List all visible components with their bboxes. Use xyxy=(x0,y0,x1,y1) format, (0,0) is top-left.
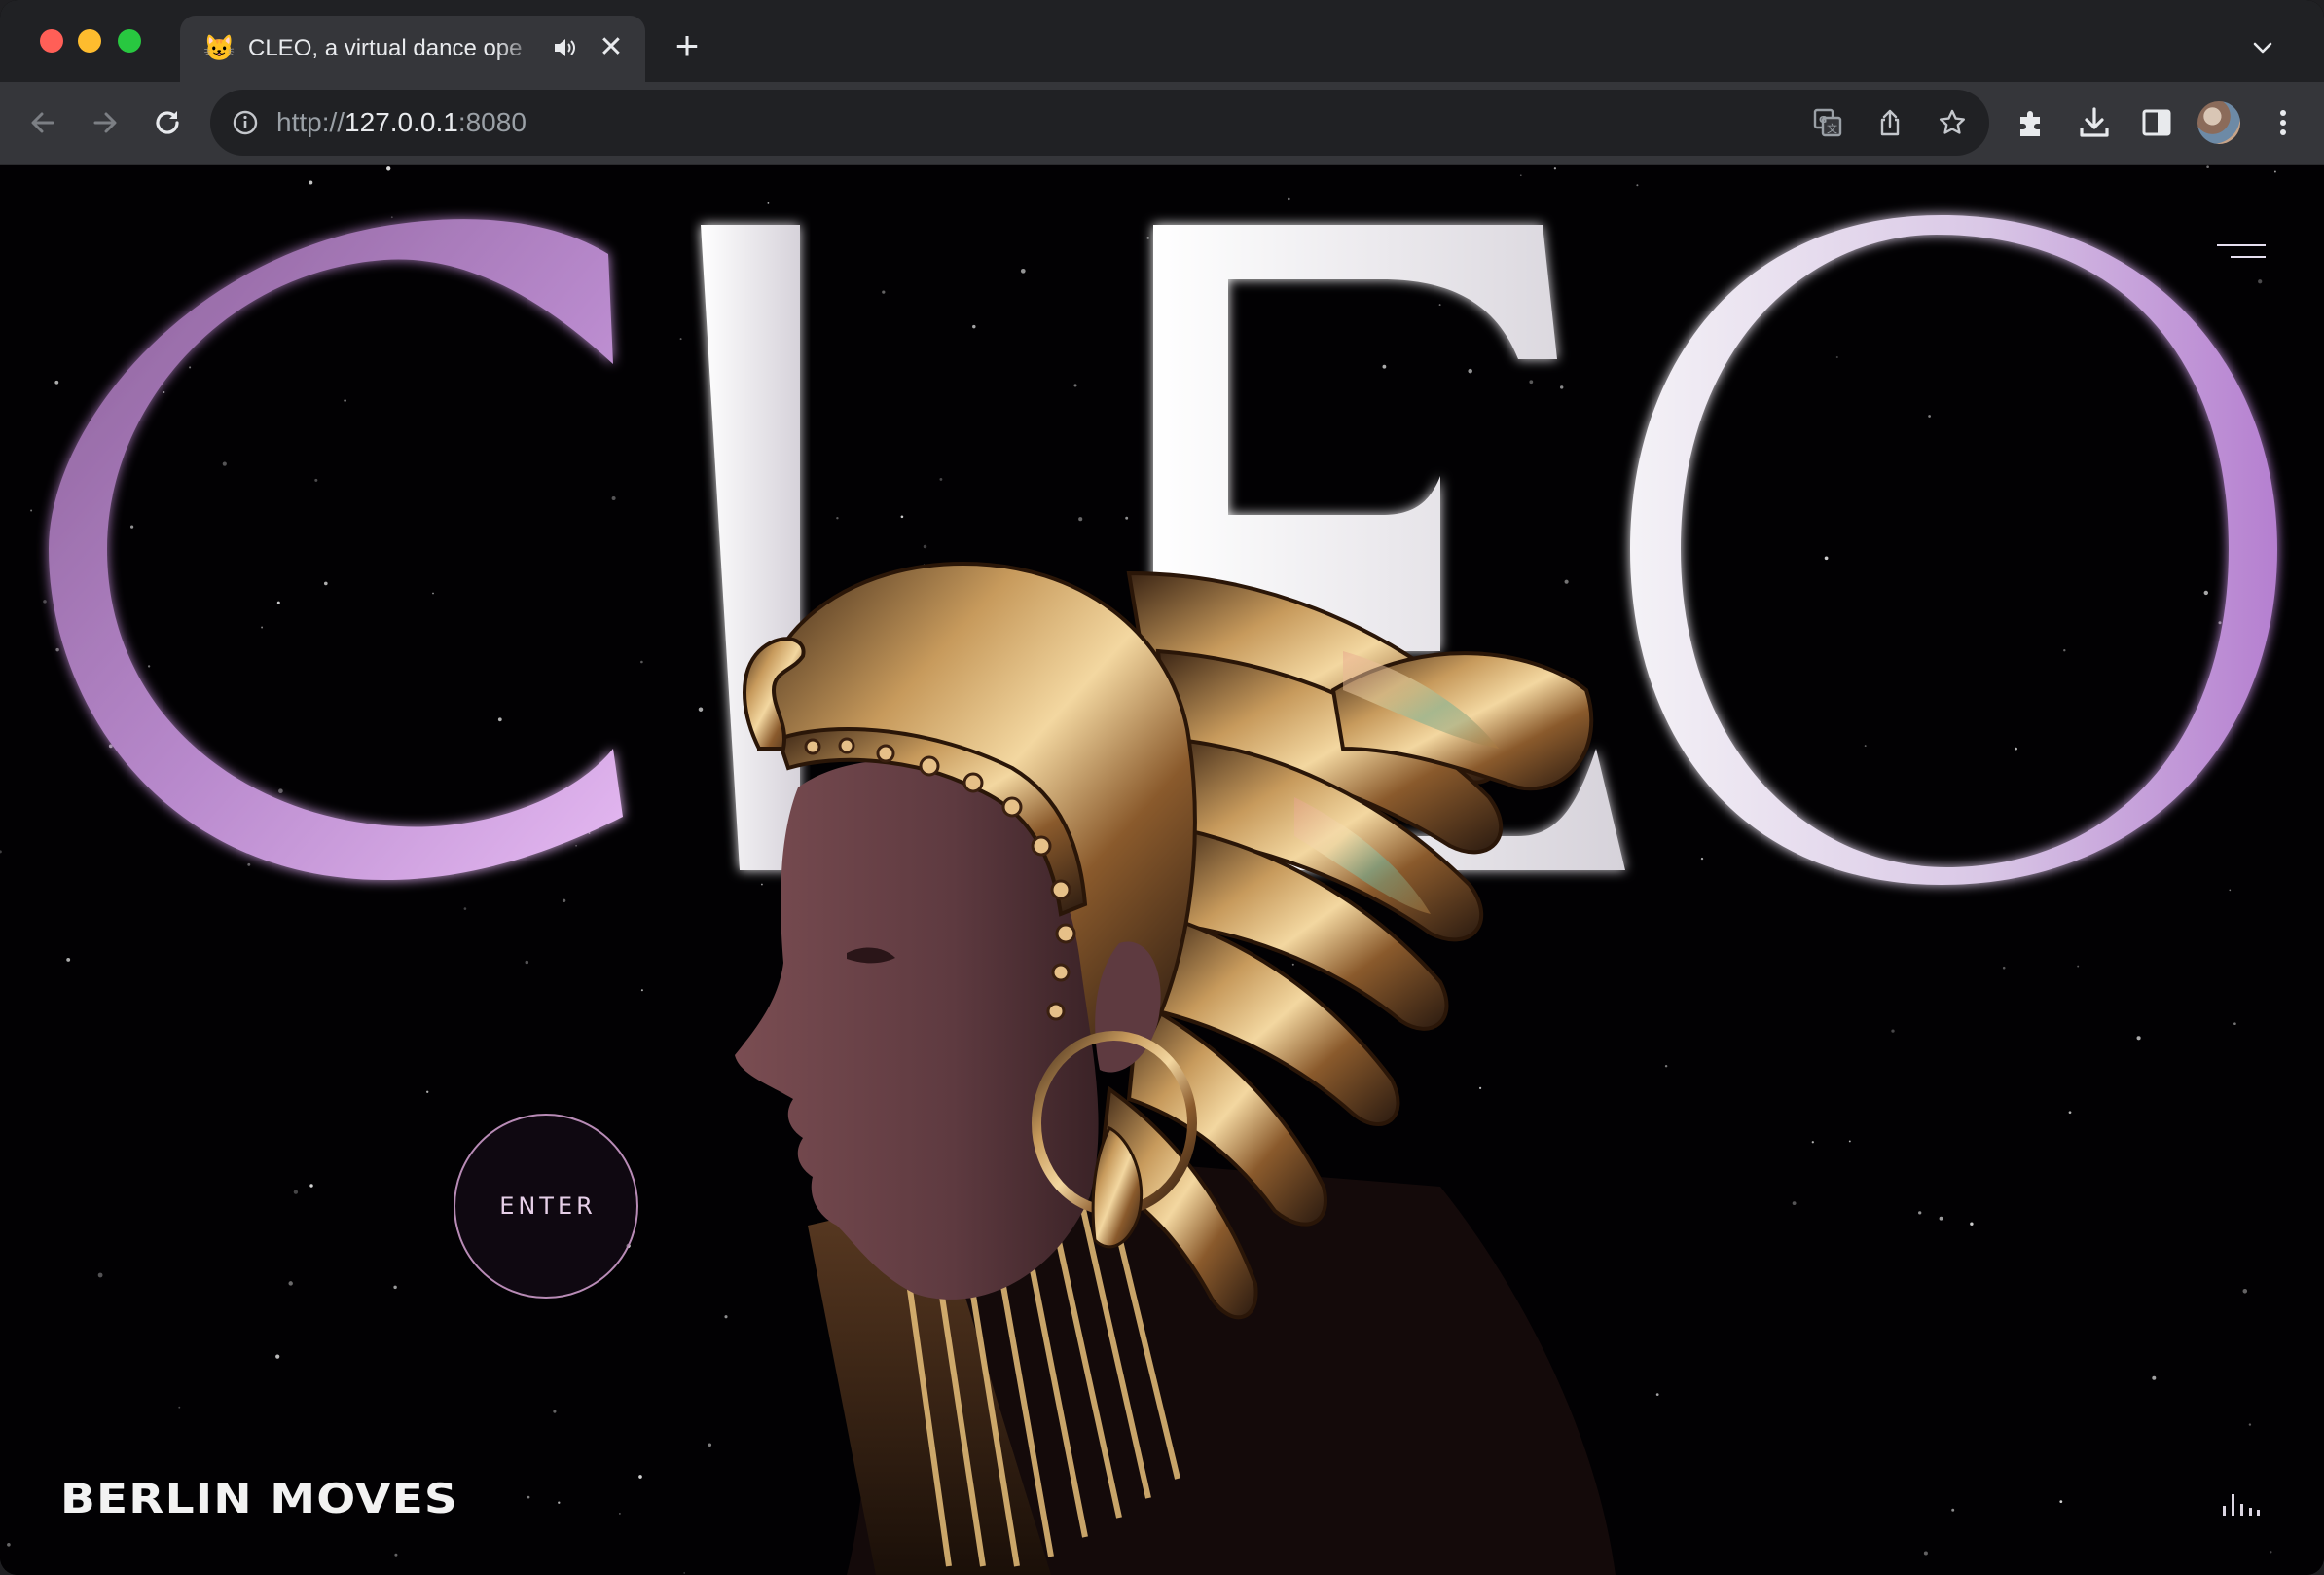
svg-text:文: 文 xyxy=(1827,122,1837,135)
brand-logo-text: BERLIN MOVES xyxy=(60,1475,458,1522)
menu-line-top xyxy=(2217,244,2266,246)
new-tab-button[interactable]: + xyxy=(670,25,705,66)
menu-line-bottom xyxy=(2231,256,2266,258)
back-arrow-icon[interactable] xyxy=(23,103,62,142)
close-window-button[interactable] xyxy=(40,29,63,53)
sound-toggle-bars-icon[interactable] xyxy=(2221,1488,2262,1518)
reload-icon[interactable] xyxy=(148,103,187,142)
svg-text:G: G xyxy=(1819,115,1827,126)
browser-window: 😺 CLEO, a virtual dance ope ✕ + http://1… xyxy=(0,0,2324,1575)
berlin-moves-logo[interactable]: BERLIN MOVES xyxy=(60,1470,457,1528)
share-icon[interactable] xyxy=(1874,107,1906,138)
url-scheme: http:// xyxy=(276,107,345,137)
download-icon[interactable] xyxy=(2075,103,2114,142)
kebab-menu-icon[interactable] xyxy=(2264,103,2303,142)
enter-button-label: ENTER xyxy=(499,1192,597,1220)
translate-icon[interactable]: G 文 xyxy=(1812,107,1843,138)
chevron-down-icon[interactable] xyxy=(2250,35,2275,60)
cleopatra-figure xyxy=(735,561,1616,1575)
enter-button[interactable]: ENTER xyxy=(454,1114,638,1299)
side-panel-icon[interactable] xyxy=(2137,103,2176,142)
url-text[interactable]: http://127.0.0.1:8080 xyxy=(276,105,527,140)
browser-toolbar: http://127.0.0.1:8080 G 文 xyxy=(0,82,2324,165)
minimize-window-button[interactable] xyxy=(78,29,101,53)
url-port: :8080 xyxy=(457,107,527,137)
browser-tab-active[interactable]: 😺 CLEO, a virtual dance ope ✕ xyxy=(180,16,645,82)
bookmark-star-icon[interactable] xyxy=(1937,107,1968,138)
url-host: 127.0.0.1 xyxy=(345,107,458,137)
extensions-puzzle-icon[interactable] xyxy=(2013,103,2052,142)
forward-arrow-icon[interactable] xyxy=(86,103,125,142)
hamburger-menu-button[interactable] xyxy=(2211,240,2266,270)
maximize-window-button[interactable] xyxy=(118,29,141,53)
cat-emoji-icon: 😺 xyxy=(203,33,236,62)
tab-close-icon[interactable]: ✕ xyxy=(597,33,626,62)
speaker-icon[interactable] xyxy=(552,35,577,60)
tab-strip: 😺 CLEO, a virtual dance ope ✕ + xyxy=(0,0,2324,82)
site-info-icon[interactable] xyxy=(232,109,259,136)
profile-avatar[interactable] xyxy=(2197,101,2240,144)
tab-title: CLEO, a virtual dance ope xyxy=(248,35,523,61)
web-page: ENTER BERLIN MOVES xyxy=(0,165,2324,1575)
address-bar[interactable]: http://127.0.0.1:8080 G 文 xyxy=(210,90,1989,156)
